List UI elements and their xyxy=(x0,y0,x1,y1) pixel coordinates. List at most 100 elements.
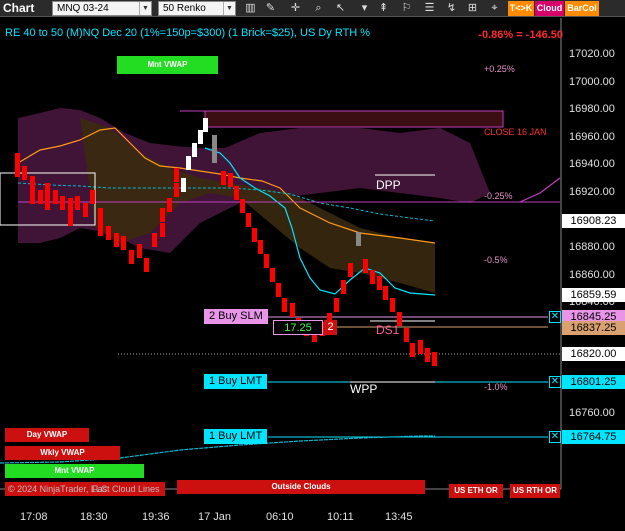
zoom-icon[interactable]: ⌕ xyxy=(311,1,326,16)
renko-brick xyxy=(98,208,103,222)
renko-brick xyxy=(404,328,409,342)
renko-brick xyxy=(246,213,251,227)
template-icon[interactable]: ⊞ xyxy=(465,1,480,16)
renko-brick xyxy=(348,263,353,277)
buy-lmt-order-tag-1[interactable]: 1 Buy LMT xyxy=(204,374,268,389)
renko-brick xyxy=(30,190,35,204)
monthly-vwap-pill-bottom: Mnt VWAP xyxy=(5,464,144,478)
renko-brick xyxy=(38,190,43,204)
renko-brick xyxy=(68,212,73,226)
price-axis-label: 16980.00 xyxy=(569,103,615,116)
pointer-icon[interactable]: ↖ xyxy=(333,1,348,16)
time-label: 18:30 xyxy=(80,511,108,523)
dpp-label: DPP xyxy=(376,178,401,192)
wpp-label: WPP xyxy=(350,382,378,396)
renko-brick xyxy=(181,178,186,192)
cancel-order-icon[interactable]: ✕ xyxy=(549,431,561,443)
cancel-order-icon[interactable]: ✕ xyxy=(549,311,561,323)
weekly-vwap-pill: Wkly VWAP xyxy=(5,446,120,460)
cancel-order-icon[interactable]: ✕ xyxy=(549,376,561,388)
price-marker-dashed-ma: 16908.23 xyxy=(562,214,625,228)
indicator-icon[interactable]: ⇞ xyxy=(376,1,391,16)
renko-brick xyxy=(75,196,80,210)
price-marker-cyan: 16859.59 xyxy=(562,288,625,302)
renko-brick xyxy=(83,203,88,217)
renko-brick xyxy=(390,298,395,312)
renko-brick xyxy=(270,268,275,282)
price-axis-label: 17000.00 xyxy=(569,75,615,88)
renko-brick xyxy=(356,232,361,246)
monthly-vwap-pill: Mnt VWAP xyxy=(117,56,218,74)
time-label: 06:10 xyxy=(266,511,294,523)
price-marker-last: 16820.00 xyxy=(562,347,625,361)
renko-brick xyxy=(410,343,415,357)
renko-brick xyxy=(334,298,339,312)
chart-panel[interactable]: RE 40 to 50 (M)NQ Dec 20 (1%=150p=$300) … xyxy=(0,18,625,531)
renko-brick xyxy=(60,196,65,210)
price-axis-label: 17020.00 xyxy=(569,48,615,60)
strategy-icon[interactable]: ⚐ xyxy=(399,1,414,16)
position-qty[interactable]: 2 xyxy=(324,320,337,335)
ds1-label: DS1 xyxy=(376,323,400,337)
renko-brick xyxy=(418,340,423,354)
price-axis-label: 16880.00 xyxy=(569,241,615,254)
renko-brick xyxy=(258,240,263,254)
outside-clouds-pill: Outside Clouds xyxy=(177,480,425,494)
chevron-down-icon: ▼ xyxy=(139,2,151,15)
renko-brick xyxy=(282,298,287,312)
renko-brick xyxy=(363,259,368,273)
time-label: 17 Jan xyxy=(198,511,232,523)
bar-type-value: 50 Renko xyxy=(163,3,206,14)
chart-trader-icon[interactable]: ↯ xyxy=(444,1,459,16)
time-label: 13:45 xyxy=(385,511,413,523)
renko-brick xyxy=(212,149,217,163)
renko-brick xyxy=(106,226,111,240)
us-eth-or-pill: US ETH OR xyxy=(449,484,503,498)
daily-change: -0.86% = -146.50 xyxy=(478,29,563,41)
price-marker-buy-lmt-1: 16801.25 xyxy=(562,375,625,389)
renko-brick xyxy=(114,233,119,247)
renko-brick xyxy=(377,276,382,290)
renko-brick xyxy=(234,186,239,200)
bar-type-selector[interactable]: 50 Renko ▼ xyxy=(158,1,236,16)
renko-brick xyxy=(53,190,58,204)
renko-brick xyxy=(203,118,208,132)
chart-header: RE 40 to 50 (M)NQ Dec 20 (1%=150p=$300) … xyxy=(5,27,371,39)
renko-brick xyxy=(22,166,27,180)
price-axis-label: 16960.00 xyxy=(569,130,615,143)
barcol-toggle-button[interactable]: BarCol xyxy=(565,1,599,16)
renko-brick xyxy=(264,254,269,268)
renko-brick xyxy=(160,208,165,222)
pencil-icon[interactable]: ✎ xyxy=(263,1,278,16)
renko-brick xyxy=(174,183,179,197)
instrument-selector[interactable]: MNQ 03-24 ▼ xyxy=(52,1,152,16)
renko-brick xyxy=(160,223,165,237)
attach-icon[interactable]: ⌖ xyxy=(487,1,502,16)
position-pnl[interactable]: 17.25 xyxy=(273,320,323,335)
renko-brick xyxy=(290,303,295,317)
minus-1-label: -1.0% xyxy=(484,382,508,392)
crosshair-icon[interactable]: ✛ xyxy=(288,1,303,16)
renko-brick xyxy=(240,199,245,213)
minus-025-label: -0.25% xyxy=(484,191,513,201)
renko-brick xyxy=(98,222,103,236)
window-title: Chart xyxy=(3,1,35,15)
renko-brick xyxy=(341,280,346,294)
renko-brick xyxy=(15,163,20,177)
renko-brick xyxy=(198,130,203,144)
renko-brick xyxy=(192,143,197,157)
bar-chart-icon[interactable]: ▥ xyxy=(243,1,258,16)
properties-icon[interactable]: ☰ xyxy=(422,1,437,16)
renko-brick xyxy=(252,228,257,242)
time-label: 19:36 xyxy=(142,511,170,523)
renko-brick xyxy=(68,198,73,212)
renko-brick xyxy=(152,233,157,247)
buy-slm-order-tag[interactable]: 2 Buy SLM xyxy=(204,309,268,324)
dropdown-icon[interactable]: ▾ xyxy=(357,1,372,16)
renko-brick xyxy=(383,286,388,300)
tk-toggle-button[interactable]: T<>K xyxy=(508,1,534,16)
cloud-toggle-button[interactable]: Cloud xyxy=(535,1,564,16)
fast-cloud-lines-label: Fast Cloud Lines xyxy=(92,484,160,494)
buy-lmt-order-tag-2[interactable]: 1 Buy LMT xyxy=(204,429,268,444)
renko-brick xyxy=(90,190,95,204)
